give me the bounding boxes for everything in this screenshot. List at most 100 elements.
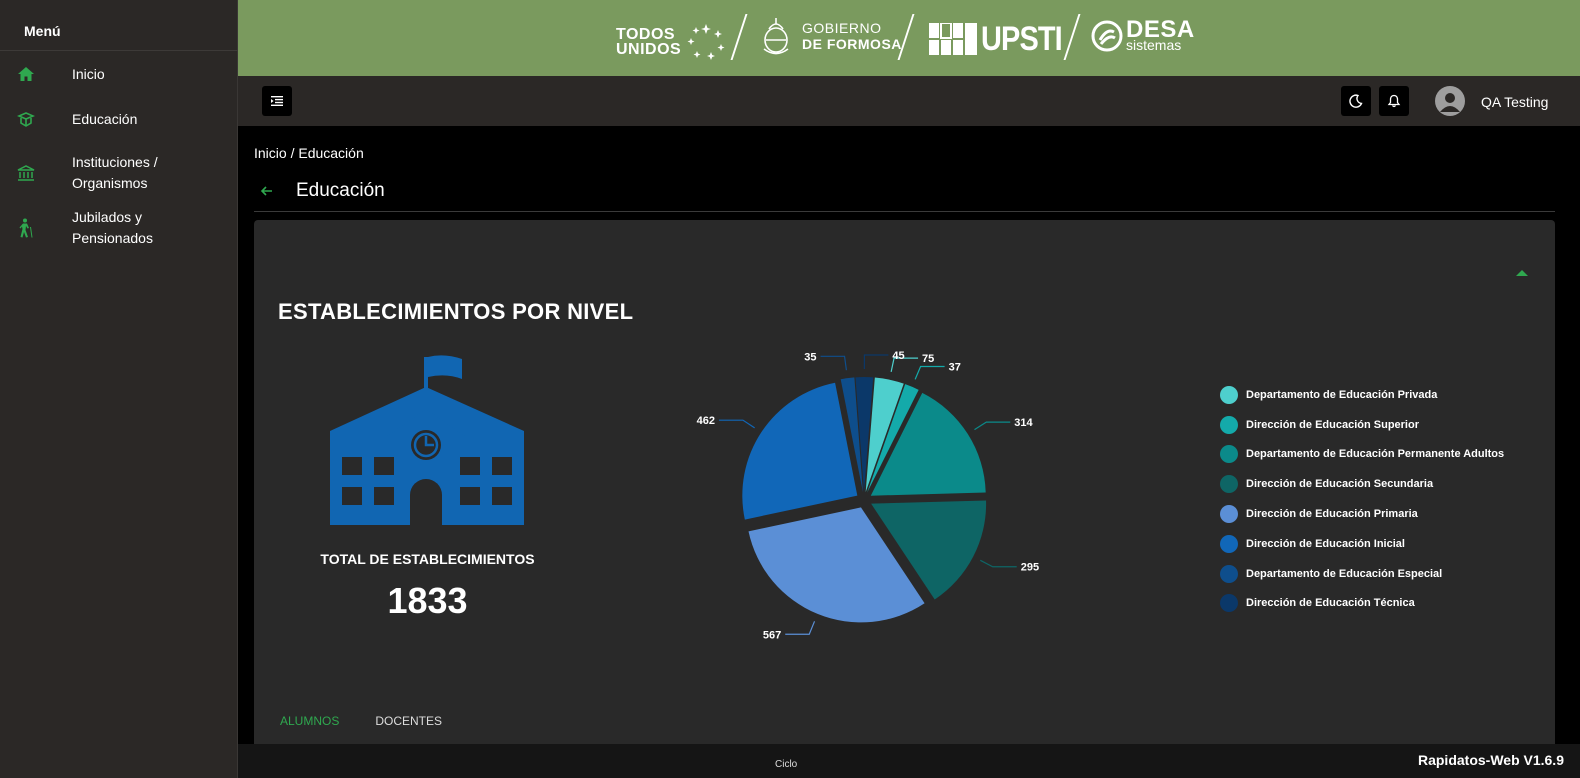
pie-slice[interactable] [855, 377, 874, 493]
ciclo-label: Ciclo [775, 759, 798, 770]
pie-leader-line [980, 559, 1017, 568]
title-divider [254, 211, 1555, 212]
notifications-button[interactable] [1379, 86, 1409, 116]
pie-slice[interactable] [748, 507, 925, 623]
app-version: Rapidatos-Web V1.6.9 [1417, 752, 1564, 768]
legend-item[interactable]: Dirección de Educación Inicial [1220, 529, 1504, 559]
page-title: Educación [296, 180, 385, 201]
sidebar-item-label: Educación [72, 110, 138, 127]
legend-label: Departamento de Educación Especial [1246, 567, 1443, 580]
pie-data-label: 462 [697, 415, 715, 427]
pie-slice[interactable] [742, 382, 858, 520]
pie-leader-line [718, 419, 755, 429]
chevron-up-icon [1516, 270, 1528, 276]
legend-label: Dirección de Educación Superior [1246, 418, 1419, 431]
pie-slice[interactable] [840, 377, 863, 493]
total-value: 1833 [387, 580, 468, 621]
app-root: Menú Inicio Educación Instituciones / Or… [0, 0, 1580, 778]
sidebar-divider [0, 50, 238, 51]
pie-leader-line [974, 421, 1011, 431]
pie-leader-line [785, 621, 816, 635]
desa-sistemas-logo: DESA sistemas [1091, 18, 1195, 52]
logo-text: DE FORMOSA [802, 36, 902, 52]
tab-bar: ALUMNOS DOCENTES [262, 702, 460, 746]
legend-swatch [1220, 445, 1238, 464]
legend-label: Dirección de Educación Primaria [1246, 508, 1418, 521]
breadcrumb: Inicio / Educación [254, 145, 364, 161]
legend-swatch [1220, 475, 1238, 494]
book-icon [16, 109, 36, 129]
legend-item[interactable]: Departamento de Educación Permanente Adu… [1220, 440, 1504, 470]
todos-unidos-logo: TODOS UNIDOS [616, 22, 727, 62]
legend-item[interactable]: Dirección de Educación Secundaria [1220, 469, 1504, 499]
top-toolbar: QA Testing [238, 76, 1580, 126]
sidebar-item-instituciones[interactable]: Instituciones / Organismos [0, 151, 238, 195]
school-building-icon [330, 355, 524, 525]
logo-text: TODOS [616, 26, 676, 43]
dark-mode-button[interactable] [1341, 86, 1371, 116]
pie-leader-line [914, 365, 945, 380]
legend-item[interactable]: Departamento de Educación Especial [1220, 559, 1504, 589]
sidebar-item-educacion[interactable]: Educación [0, 107, 238, 131]
pie-data-label: 35 [804, 351, 816, 363]
legend-item[interactable]: Departamento de Educación Privada [1220, 380, 1504, 410]
total-label: TOTAL DE ESTABLECIMIENTOS [320, 551, 535, 567]
logo-text: UPSTI [981, 20, 1063, 58]
legend-swatch [1220, 564, 1238, 583]
legend-item[interactable]: Dirección de Educación Superior [1220, 410, 1504, 440]
pie-data-label: 37 [949, 362, 961, 374]
upsti-blocks-icon [929, 23, 977, 55]
legend-swatch [1220, 505, 1238, 524]
gobierno-formosa-logo: GOBIERNO DE FORMOSA [760, 16, 902, 56]
user-name[interactable]: QA Testing [1481, 94, 1548, 110]
sidebar-item-jubilados[interactable]: Jubilados y Pensionados [0, 209, 238, 246]
legend-label: Departamento de Educación Privada [1246, 388, 1438, 401]
institution-icon [16, 163, 36, 183]
legend-label: Departamento de Educación Permanente Adu… [1246, 448, 1505, 461]
sidebar: Menú Inicio Educación Instituciones / Or… [0, 0, 238, 778]
legend-item[interactable]: Dirección de Educación Primaria [1220, 499, 1504, 529]
arrow-left-icon [260, 186, 272, 196]
pie-slice[interactable] [871, 500, 987, 600]
avatar[interactable] [1435, 86, 1465, 116]
sidebar-item-label: Instituciones / Organismos [72, 154, 158, 191]
government-banner: TODOS UNIDOS GOBIERNO DE FORMOSA UPSTI D… [238, 0, 1580, 76]
back-button[interactable] [258, 182, 276, 200]
elderly-icon [16, 218, 36, 238]
pie-data-label: 45 [892, 350, 904, 362]
legend-swatch [1220, 534, 1238, 553]
sidebar-title: Menú [24, 23, 61, 39]
sidebar-item-label: Jubilados y Pensionados [72, 209, 153, 246]
pie-slice[interactable] [865, 377, 904, 493]
legend-item[interactable]: Dirección de Educación Técnica [1220, 589, 1504, 619]
pie-slice[interactable] [870, 392, 986, 496]
desa-swirl-icon [1091, 20, 1123, 52]
logo-text: UNIDOS [616, 41, 682, 58]
pie-data-label: 295 [1021, 562, 1039, 574]
pie-slice[interactable] [867, 384, 919, 493]
collapse-button[interactable] [1515, 265, 1529, 276]
pie-leader-line [890, 357, 919, 372]
pie-data-label: 567 [763, 629, 781, 641]
menu-collapse-icon [271, 96, 283, 106]
legend-label: Dirección de Educación Secundaria [1246, 478, 1434, 491]
sidebar-item-inicio[interactable]: Inicio [0, 62, 238, 86]
moon-icon [1349, 94, 1363, 108]
coat-of-arms-icon [763, 18, 789, 55]
pie-data-label: 75 [922, 353, 934, 365]
stars-ring-icon [687, 24, 725, 60]
logo-divider [730, 14, 748, 60]
legend-swatch [1220, 415, 1238, 434]
pie-data-label: 314 [1014, 417, 1033, 429]
legend-swatch [1220, 385, 1238, 404]
pie-leader-line [820, 355, 848, 371]
footer: Ciclo Rapidatos-Web V1.6.9 [238, 744, 1580, 778]
menu-toggle-button[interactable] [262, 86, 292, 116]
tab-alumnos[interactable]: ALUMNOS [262, 702, 358, 746]
user-icon [1440, 93, 1460, 112]
chart-legend: Departamento de Educación Privada Direcci… [1220, 380, 1504, 618]
upsti-logo: UPSTI [929, 20, 1076, 59]
pie-leader-line [863, 354, 889, 370]
tab-docentes[interactable]: DOCENTES [357, 702, 460, 746]
legend-label: Dirección de Educación Inicial [1246, 537, 1405, 550]
